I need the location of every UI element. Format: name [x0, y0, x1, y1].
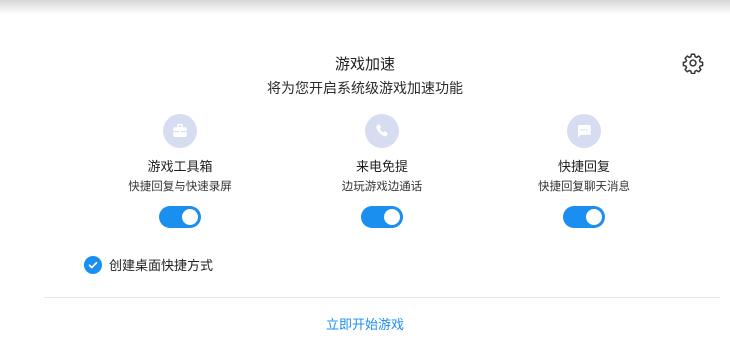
start-game-button[interactable]: 立即开始游戏 [0, 314, 730, 333]
feature-quick-reply: 快捷回复 快捷回复聊天消息 [499, 114, 669, 228]
toggle-knob [182, 209, 198, 225]
toggle-knob [384, 209, 400, 225]
page-subtitle: 将为您开启系统级游戏加速功能 [267, 81, 463, 97]
feature-desc: 边玩游戏边通话 [341, 179, 423, 193]
gear-icon[interactable] [682, 52, 704, 74]
handsfree-call-toggle[interactable] [361, 206, 403, 228]
feature-desc: 快捷回复聊天消息 [538, 179, 630, 193]
toolbox-icon [163, 114, 197, 148]
checkmark-icon [88, 261, 98, 268]
feature-handsfree-call: 来电免提 边玩游戏边通话 [297, 114, 467, 228]
feature-game-toolbox: 游戏工具箱 快捷回复与快速录屏 [95, 114, 265, 228]
shortcut-label: 创建桌面快捷方式 [109, 259, 214, 274]
page-title: 游戏加速 [334, 55, 395, 73]
toggle-knob [586, 209, 602, 225]
game-toolbox-toggle[interactable] [159, 206, 201, 228]
divider [44, 297, 720, 298]
shortcut-checkbox[interactable] [84, 255, 102, 274]
feature-name: 游戏工具箱 [147, 160, 213, 175]
feature-desc: 快捷回复与快速录屏 [128, 179, 232, 193]
top-shadow [0, 0, 730, 14]
create-shortcut-option[interactable]: 创建桌面快捷方式 [84, 255, 213, 274]
quick-reply-toggle[interactable] [563, 206, 605, 228]
feature-name: 来电免提 [355, 160, 408, 175]
chat-bubble-icon [567, 114, 601, 148]
phone-icon [365, 114, 399, 148]
feature-name: 快捷回复 [557, 160, 610, 175]
